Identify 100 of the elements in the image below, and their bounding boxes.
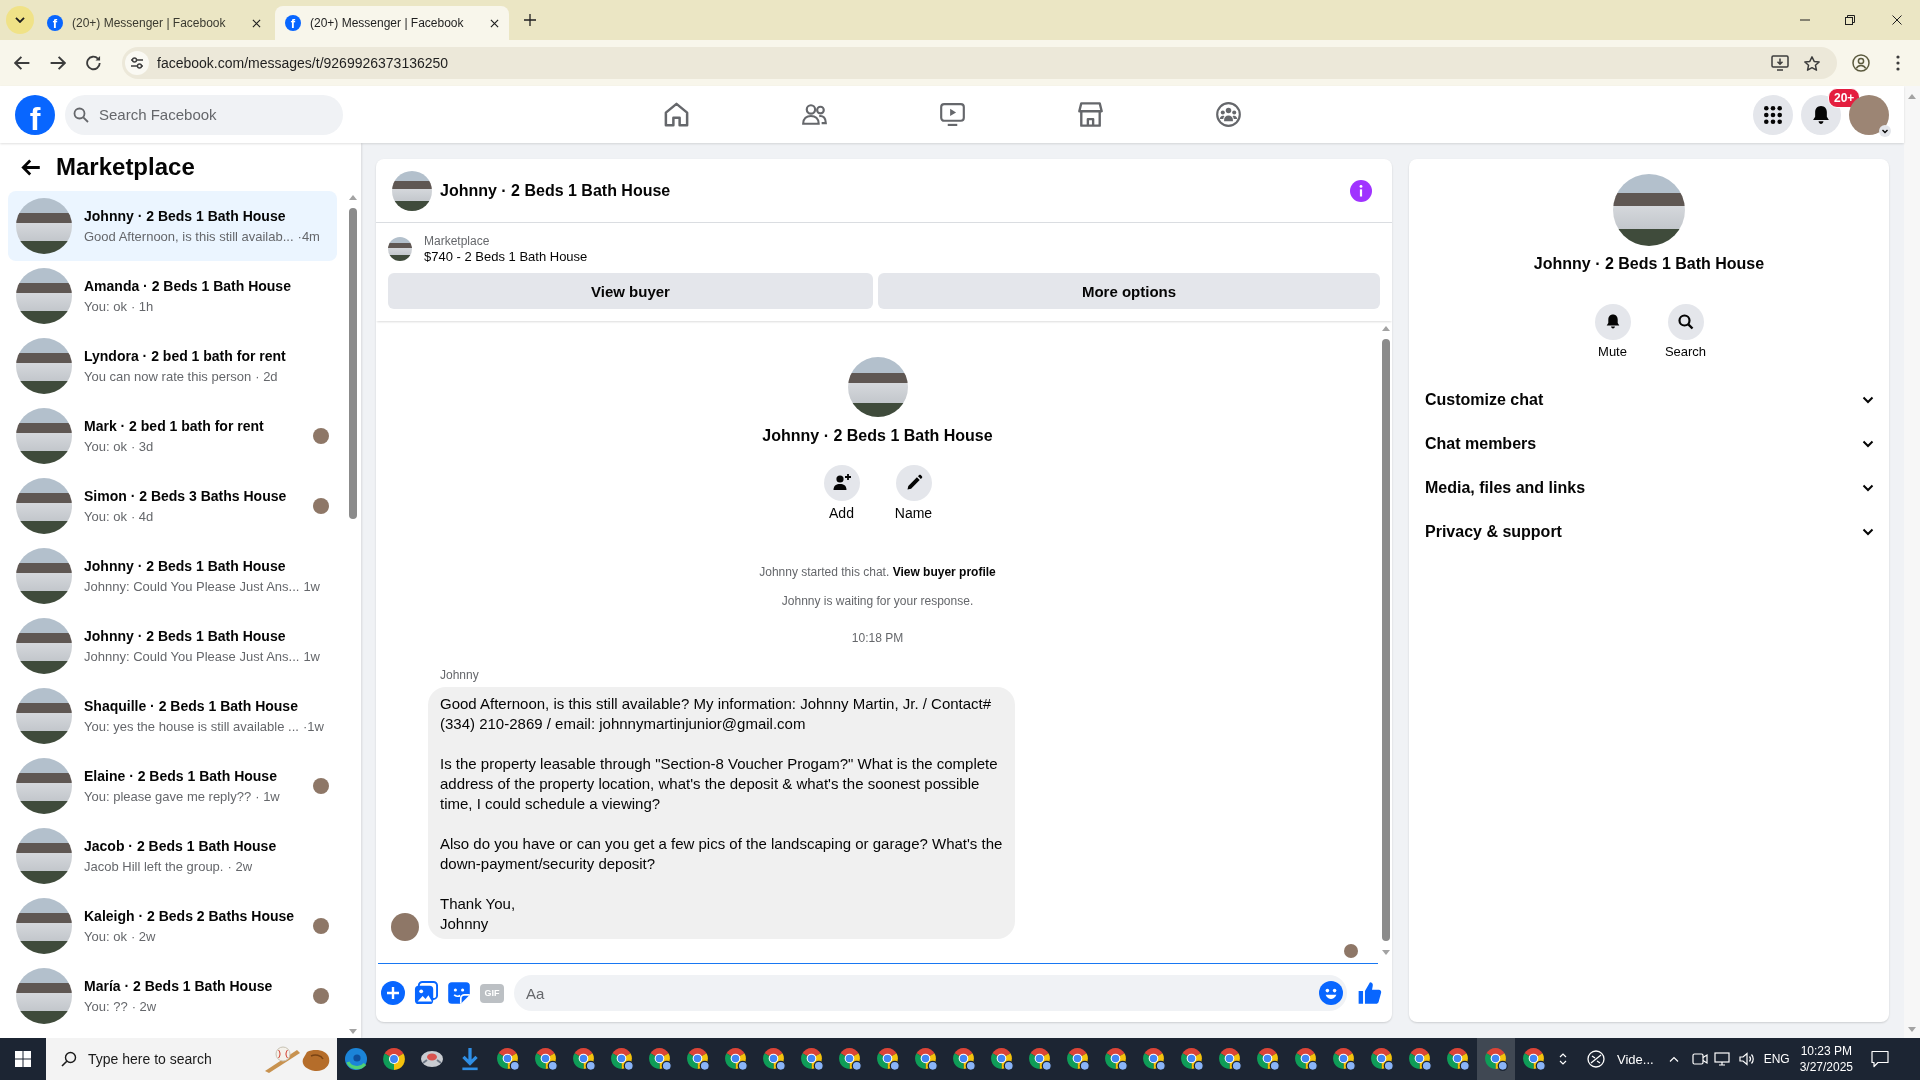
site-logo[interactable]: f	[15, 94, 55, 135]
photo-placeholder	[392, 170, 432, 211]
taskbar-search-field[interactable]: Type here to search	[46, 1038, 337, 1080]
browser-tab[interactable]: f (20+) Messenger | Facebook	[275, 6, 509, 40]
tab-search-button[interactable]	[6, 6, 34, 34]
message-time: · 4d	[130, 507, 154, 526]
photo-placeholder	[16, 408, 72, 464]
conversation-item[interactable]: Simon · 2 Beds 3 Baths House You: ok · 4d	[8, 471, 337, 541]
chevron-up-icon[interactable]	[1668, 1056, 1679, 1062]
info-icon[interactable]	[1350, 179, 1372, 202]
restore-icon[interactable]	[1845, 15, 1855, 25]
conversation-item[interactable]: Johnny · 2 Beds 1 Bath House Good Afternoon, is this still availab... ·4m	[8, 191, 337, 261]
conversation-name: Lyndora · 2 bed 1 bath for rent	[84, 346, 287, 366]
rename-button[interactable]: Name	[893, 465, 934, 522]
browser-icon	[344, 1047, 368, 1071]
listing-label: Marketplace	[424, 233, 491, 249]
monitor-icon[interactable]	[1713, 1051, 1730, 1067]
message-time: · 1h	[130, 297, 154, 316]
browser-profile-icon	[1408, 1047, 1432, 1071]
photo-placeholder	[16, 198, 72, 254]
star-icon[interactable]	[1804, 55, 1820, 71]
speech-bubble-icon[interactable]	[1871, 1050, 1890, 1068]
waiting-status: Johnny is waiting for your response.	[781, 593, 974, 610]
message-text: Also do you have or can you get a few pics of the landscaping or garage? What's the down-payment/security deposit?	[440, 834, 1003, 874]
conversation-item[interactable]: Johnny · 2 Beds 1 Bath House Johnny: Could You Please Just Ans... 1w	[8, 611, 337, 681]
address-field[interactable]: facebook.com/messages/t/9269926373136250	[122, 47, 1837, 79]
profile-icon[interactable]	[1852, 54, 1870, 72]
notification-badge: 20+	[1828, 87, 1861, 108]
menu-button[interactable]	[1753, 94, 1793, 135]
message-time: · 2w	[130, 927, 156, 946]
menu-icon[interactable]	[1896, 55, 1900, 71]
conversation-item[interactable]: Mark · 2 bed 1 bath for rent You: ok · 3d	[8, 401, 337, 471]
clock[interactable]: 10:23 PM 3/27/2025	[1799, 1043, 1854, 1075]
search-icon	[73, 106, 89, 123]
message-timestamp: 10:18 PM	[851, 630, 904, 647]
back-icon[interactable]	[14, 55, 30, 71]
search-button[interactable]: Search	[1662, 304, 1709, 360]
back-icon[interactable]	[21, 158, 41, 176]
details-section[interactable]: Customize chat	[1409, 378, 1889, 422]
mute-button[interactable]: Mute	[1589, 304, 1636, 360]
message-preview: You: ok	[84, 507, 127, 526]
home-icon	[663, 102, 689, 127]
reload-icon[interactable]	[86, 55, 102, 71]
conversation-item[interactable]: Jacob · 2 Beds 1 Bath House Jacob Hill left the group. · 2w	[8, 821, 337, 891]
sticker-icon[interactable]	[447, 981, 471, 1005]
listing-action-button[interactable]: More options	[878, 273, 1380, 309]
conversation-item[interactable]: Lyndora · 2 bed 1 bath for rent You can now rate this person · 2d	[8, 331, 337, 401]
close-icon[interactable]	[252, 18, 261, 28]
scrollbar-thumb[interactable]	[1381, 339, 1390, 941]
conversation-item[interactable]: Amanda · 2 Beds 1 Bath House You: ok · 1h	[8, 261, 337, 331]
listing-title: $740 - 2 Beds 1 Bath House	[424, 249, 588, 265]
taskbar-pinned-item[interactable]: Vide...	[1587, 1038, 1654, 1080]
message-preview: You: ok	[84, 297, 127, 316]
listing-action-button[interactable]: View buyer	[388, 273, 873, 309]
browser-profile-icon	[572, 1047, 596, 1071]
pencil-icon	[895, 465, 932, 501]
caret-icon[interactable]	[1879, 124, 1891, 137]
browser-profile-icon	[1142, 1047, 1166, 1071]
search-field[interactable]: Search Facebook	[65, 94, 343, 135]
plus-circle-icon[interactable]	[381, 981, 405, 1005]
conversation-item[interactable]: Shaquille · 2 Beds 1 Bath House You: yes the house is still available ... ·1w	[8, 681, 337, 751]
message-preview: You: yes the house is still available ...	[84, 717, 299, 736]
add-person-icon	[823, 465, 860, 501]
message-preview: You: ??	[84, 997, 128, 1016]
browser-tab[interactable]: f (20+) Messenger | Facebook	[37, 6, 271, 40]
details-section[interactable]: Privacy & support	[1409, 510, 1889, 554]
conversation-item[interactable]: Kaleigh · 2 Beds 2 Baths House You: ok · 2w	[8, 891, 337, 961]
photo-placeholder	[16, 968, 72, 1024]
browser-profile-icon	[1066, 1047, 1090, 1071]
browser-profile-icon	[952, 1047, 976, 1071]
chat-title: Johnny · 2 Beds 1 Bath House	[440, 181, 671, 200]
close-icon[interactable]	[1892, 15, 1902, 25]
image-icon[interactable]	[414, 981, 438, 1005]
taskbar-app[interactable]	[1477, 1038, 1515, 1080]
scroll-arrows-icon[interactable]	[1559, 1052, 1567, 1066]
view-buyer-profile-link[interactable]: View buyer profile	[892, 565, 996, 579]
bell-icon	[1594, 304, 1631, 340]
camera-icon[interactable]	[1691, 1051, 1708, 1067]
emoji-icon[interactable]	[1319, 981, 1343, 1005]
thumbs-up-icon[interactable]	[1358, 981, 1382, 1005]
tune-icon[interactable]	[125, 51, 149, 75]
scrollbar-thumb[interactable]	[349, 208, 357, 519]
add-button[interactable]: Add	[821, 465, 862, 522]
conversation-item[interactable]: Elaine · 2 Beds 1 Bath House You: please gave me reply?? · 1w	[8, 751, 337, 821]
message-time: ·4m	[297, 227, 320, 246]
details-section[interactable]: Chat members	[1409, 422, 1889, 466]
forward-icon[interactable]	[50, 55, 66, 71]
photo-placeholder	[16, 338, 72, 394]
chat-started-notice: Johnny started this chat. View buyer profile	[759, 564, 996, 581]
conversation-item[interactable]: Johnny · 2 Beds 1 Bath House Johnny: Could You Please Just Ans... 1w	[8, 541, 337, 611]
browser-profile-icon	[1180, 1047, 1204, 1071]
plus-icon[interactable]	[524, 14, 536, 26]
monitor-download-icon[interactable]	[1771, 55, 1789, 71]
volume-icon[interactable]	[1738, 1051, 1755, 1067]
details-section[interactable]: Media, files and links	[1409, 466, 1889, 510]
close-icon[interactable]	[490, 18, 499, 28]
language-indicator[interactable]: ENG	[1763, 1052, 1790, 1066]
conversation-item[interactable]: María · 2 Beds 1 Bath House You: ?? · 2w	[8, 961, 337, 1031]
message-field[interactable]: Aa	[514, 975, 1347, 1011]
chat-name: Johnny · 2 Beds 1 Bath House	[762, 426, 993, 446]
